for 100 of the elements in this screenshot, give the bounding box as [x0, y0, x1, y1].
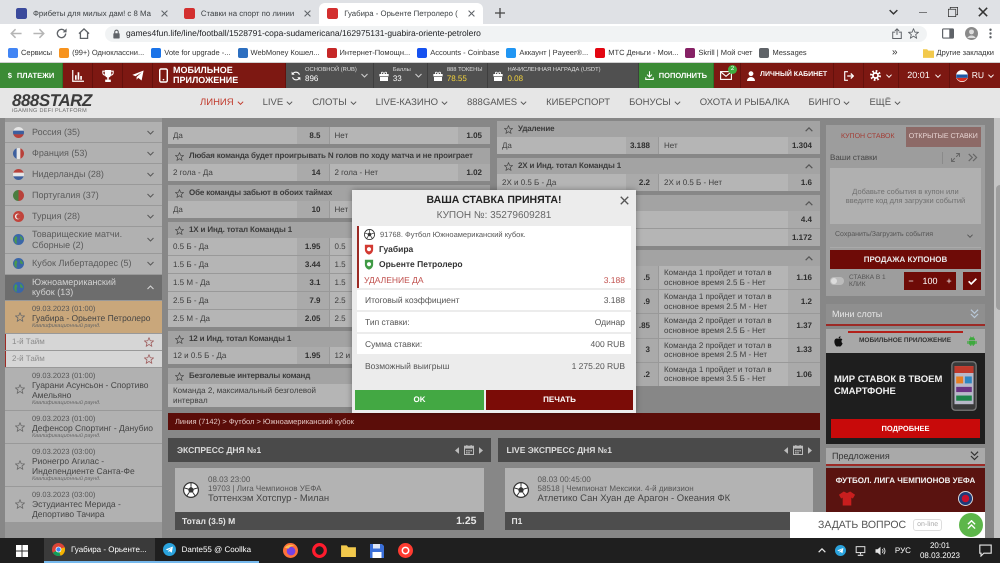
odds-value[interactable]: 1.2 [788, 290, 820, 314]
outcome-cell[interactable]: Команда 2 пройдет и тотал в основное время 2.5 Б - Нет 1.37 [659, 314, 820, 338]
odds-value[interactable]: 1.304 [788, 137, 820, 154]
confirm-button[interactable] [963, 272, 981, 290]
maximize-icon[interactable] [948, 7, 958, 17]
odds-value[interactable]: 1.02 [458, 164, 490, 181]
odds-value[interactable]: 1.6 [788, 174, 820, 191]
apple-icon[interactable] [834, 336, 843, 346]
outcome-cell[interactable]: Да 3.188 [497, 137, 658, 154]
bet-name[interactable]: П1 [512, 516, 522, 526]
outcome-cell[interactable]: 2X и 0.5 Б - Нет 1.6 [659, 174, 820, 191]
nav-link[interactable]: БОНУСЫ [629, 97, 681, 109]
outcome-cell[interactable]: 2.5 Б - Да 7.9 [168, 292, 328, 309]
stake-input[interactable]: 100 [922, 276, 938, 286]
nav-link[interactable]: LIVE [262, 97, 294, 109]
nav-link[interactable]: ЕЩЁ [869, 97, 902, 109]
nav-link[interactable]: ОХОТА И РЫБАЛКА [700, 97, 790, 109]
star-icon[interactable] [504, 124, 513, 134]
outcome-cell[interactable]: Нет 1.05 [330, 127, 490, 144]
odds-value[interactable]: 14 [296, 164, 328, 181]
close-icon[interactable] [160, 10, 168, 17]
avatar-icon[interactable] [965, 27, 978, 40]
toggle-switch[interactable] [830, 277, 844, 285]
browser-icon[interactable] [398, 543, 414, 558]
outcome-cell[interactable]: 2 гола - Нет 1.02 [330, 164, 490, 181]
league-item[interactable]: Франция (53) [5, 143, 162, 163]
odds-value[interactable]: 1.95 [296, 347, 328, 364]
browser-icon[interactable] [283, 543, 298, 558]
network-icon[interactable] [854, 546, 866, 556]
outcome-cell[interactable]: 0.5 Б - Да 1.95 [168, 238, 328, 255]
next-icon[interactable] [808, 446, 812, 454]
clock-time[interactable]: 20:01 [920, 541, 960, 550]
star-icon[interactable] [144, 336, 154, 347]
more-bookmarks-button[interactable]: » [892, 46, 898, 58]
nav-link[interactable]: БИНГО [808, 97, 850, 109]
market-header[interactable]: 2X и Инд. тотал Команды 1 [497, 158, 820, 174]
volume-icon[interactable] [874, 546, 886, 556]
odds-value[interactable]: 3.1 [296, 274, 328, 291]
star-icon[interactable] [175, 188, 184, 198]
offers-header[interactable]: Предложения [826, 448, 985, 466]
address-bar[interactable]: games4fun.life/line/football/1528791-copa-sudamericana/162975131-guabira-oriente-petrolero [105, 26, 927, 42]
outcome-cell[interactable]: Команда 1 пройдет и тотал в основное время 2.5 Б - Нет 1.16 [659, 266, 820, 290]
odds-value[interactable]: 1.37 [788, 314, 820, 338]
odds-value[interactable]: 10 [296, 201, 328, 218]
chevron-down-icon[interactable] [889, 9, 898, 15]
odds-value[interactable]: 8.5 [296, 127, 328, 144]
odds-value[interactable]: 2.05 [296, 310, 328, 327]
calendar-icon[interactable] [793, 445, 803, 455]
paper-plane-icon[interactable] [834, 545, 846, 556]
league-item[interactable]: Кубок Либертадорес (5) [5, 254, 162, 274]
league-item[interactable]: Россия (35) [5, 122, 162, 142]
odds-value[interactable]: 3.44 [296, 256, 328, 273]
reload-icon[interactable] [56, 28, 67, 39]
nav-link[interactable]: ЛИНИЯ [200, 97, 244, 109]
close-icon[interactable] [620, 196, 629, 205]
league-item[interactable]: Южноамериканский кубок (13) [5, 274, 162, 300]
previous-icon[interactable] [784, 446, 788, 454]
bet-name[interactable]: Тотал (3.5) М [182, 516, 236, 526]
league-item[interactable]: Нидерланды (28) [5, 164, 162, 184]
odds-value[interactable]: 2.2 [626, 174, 658, 191]
taskbar-window[interactable]: Dante55 @ Coollka [154, 538, 260, 563]
star-icon[interactable] [15, 384, 25, 394]
star-icon[interactable] [175, 226, 184, 234]
promo-banner[interactable]: ФУТБОЛ. ЛИГА ЧЕМПИОНОВ УЕФА [826, 468, 985, 512]
outcome-cell[interactable]: Команда 1 пройдет и тотал в основное время 3.5 Б - Нет 1.06 [659, 362, 820, 386]
star-icon[interactable] [15, 460, 25, 470]
outcome-cell[interactable]: Да 8.5 [168, 127, 328, 144]
outcome-cell[interactable]: Команда 1 пройдет и тотал в основное время 2.5 М - Нет 1.2 [659, 290, 820, 314]
league-item[interactable]: Португалия (37) [5, 185, 162, 205]
market-header[interactable]: Удаление [497, 121, 820, 137]
clock-date[interactable]: 08.03.2023 [920, 550, 960, 560]
outcome-cell[interactable]: 1.5 М - Да 3.1 [168, 274, 328, 291]
nav-link[interactable]: КИБЕРСПОРТ [546, 97, 610, 109]
odds-value[interactable]: 7.9 [296, 292, 328, 309]
nav-link[interactable]: СЛОТЫ [312, 97, 357, 109]
next-icon[interactable] [478, 446, 482, 454]
outcome-cell[interactable]: 2 гола - Да 14 [168, 164, 328, 181]
market-header[interactable]: Любая команда будет проигрывать N голов по ходу матча и не проиграет [168, 148, 490, 164]
odds-value[interactable]: 1.25 [456, 514, 476, 528]
odds-value[interactable]: 1.33 [788, 338, 820, 362]
print-button[interactable]: ПЕЧАТЬ [486, 390, 633, 410]
calendar-icon[interactable] [464, 445, 474, 455]
odds-value[interactable]: 1.05 [458, 127, 490, 144]
folder-icon[interactable] [341, 544, 356, 557]
outcome-cell[interactable]: 2X и 0.5 Б - Да 2.2 [497, 174, 658, 191]
menu-icon[interactable] [989, 28, 992, 39]
league-item[interactable]: Товарищеские матчи. Сборные (2) [5, 227, 162, 253]
site-logo[interactable]: 888STARZ [12, 92, 200, 109]
language-indicator[interactable]: РУС [894, 546, 911, 556]
minus-button[interactable]: − [908, 276, 914, 286]
odds-value[interactable]: 1.95 [296, 238, 328, 255]
ok-button[interactable]: OK [355, 390, 484, 410]
language-selector[interactable]: RU [950, 63, 1000, 88]
taskbar-window[interactable]: Гуабира - Орьенте... [44, 538, 155, 563]
previous-icon[interactable] [454, 446, 458, 454]
outcome-cell[interactable]: Да 10 [168, 201, 328, 218]
side-panel-icon[interactable] [942, 28, 954, 39]
outcome-cell[interactable]: 1.5 Б - Да 3.44 [168, 256, 328, 273]
odds-value[interactable]: 3.188 [626, 137, 658, 154]
close-icon[interactable] [978, 7, 988, 17]
